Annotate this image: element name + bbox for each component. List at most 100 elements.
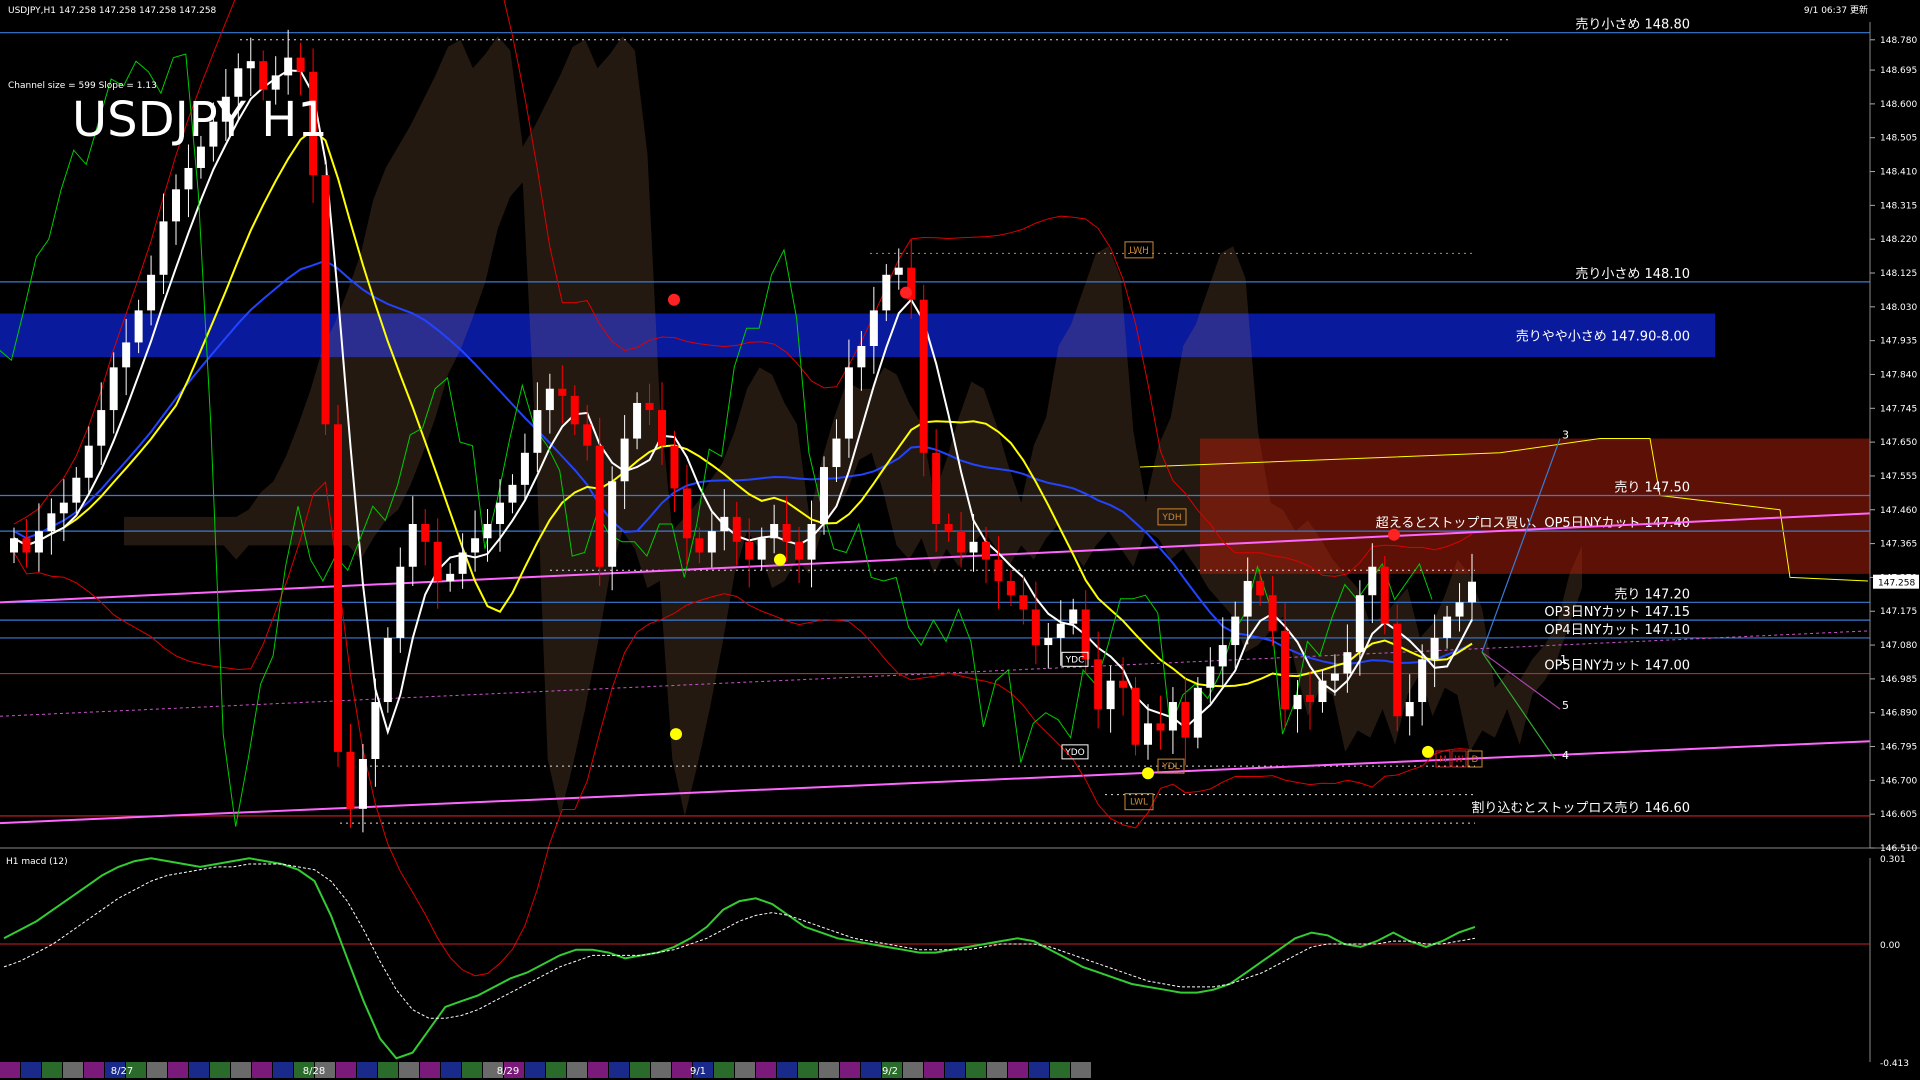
date-label: 9/2 (882, 1066, 898, 1077)
candle-body (159, 221, 168, 275)
symbol-header: USDJPY,H1 147.258 147.258 147.258 147.25… (8, 6, 217, 16)
price-tick-label: 147.745 (1880, 404, 1917, 414)
candle-body (72, 477, 81, 503)
date-label: 8/28 (303, 1066, 325, 1077)
candle-body (944, 524, 953, 532)
macd-tick-label: 0.00 (1880, 941, 1900, 951)
session-bar-segment (63, 1062, 83, 1078)
fib-count-label-5: 5 (1562, 699, 1569, 712)
session-bar-segment (987, 1062, 1007, 1078)
fractal-arrow-icon (774, 553, 786, 566)
session-bar-segment (735, 1062, 755, 1078)
session-bar-segment (840, 1062, 860, 1078)
fractal-arrow-icon (668, 293, 680, 306)
session-bar-segment (0, 1062, 20, 1078)
session-bar-segment (441, 1062, 461, 1078)
session-bar-segment (42, 1062, 62, 1078)
session-bar-segment (861, 1062, 881, 1078)
candle-body (757, 538, 766, 560)
candle-body (396, 566, 405, 638)
price-tick-label: 146.985 (1880, 675, 1917, 685)
candle-body (1368, 566, 1377, 596)
candle-body (570, 395, 579, 425)
candle-body (496, 502, 504, 525)
candle-body (994, 559, 1003, 581)
session-bar-segment (966, 1062, 986, 1078)
session-bar-segment (1008, 1062, 1028, 1078)
level-label-zone: 売りやや小さめ 147.90-8.00 (1516, 328, 1690, 344)
session-bar-segment (651, 1062, 671, 1078)
candle-body (122, 342, 131, 368)
chart-canvas[interactable]: 売り小さめ 148.80 売り小さめ 148.10 売りやや小さめ 147.90-8… (0, 0, 1920, 1080)
price-tick-label: 147.555 (1880, 472, 1917, 482)
candle-body (957, 531, 966, 553)
candle-body (732, 516, 741, 542)
price-tick-label: 147.365 (1880, 540, 1917, 550)
fib-count-label-1: 1 (1560, 653, 1567, 666)
candle-body (134, 310, 143, 343)
session-bar-segment (903, 1062, 923, 1078)
candle-body (1206, 666, 1215, 688)
session-bar-segment (399, 1062, 419, 1078)
session-bar-segment (252, 1062, 272, 1078)
candle-body (371, 702, 380, 759)
session-bar-segment (714, 1062, 734, 1078)
date-label: 9/1 (690, 1066, 706, 1077)
session-bar-segment (609, 1062, 629, 1078)
candle-body (1293, 694, 1302, 710)
datetime-label: 9/1 06:37 更新 (1804, 4, 1868, 16)
session-bar-segment (336, 1062, 356, 1078)
candle-body (583, 424, 592, 446)
price-tick-label: 147.175 (1880, 607, 1917, 617)
price-tick-label: 147.080 (1880, 641, 1917, 651)
session-bar-segment (210, 1062, 230, 1078)
candle-body (147, 274, 156, 311)
current-price-label: 147.258 (1878, 579, 1915, 589)
fractal-arrow-icon (1142, 767, 1154, 780)
macd-tick-label: 0.301 (1880, 855, 1906, 865)
candle-body (321, 175, 330, 425)
price-tick-label: 147.935 (1880, 337, 1917, 347)
candle-body (1418, 659, 1427, 703)
candle-body (1156, 723, 1165, 731)
candle-body (1380, 566, 1389, 624)
candle-body (745, 541, 754, 560)
candle-body (782, 524, 791, 542)
candle-body (695, 538, 704, 553)
candle-body (483, 524, 492, 539)
session-bar-segment (1071, 1062, 1091, 1078)
candle-body (408, 524, 417, 567)
price-tick-label: 146.700 (1880, 776, 1917, 786)
session-bar-segment (777, 1062, 797, 1078)
candle-body (770, 524, 779, 539)
candle-body (620, 438, 629, 482)
candle-body (1343, 652, 1352, 674)
level-label-3: 売り 147.50 (1614, 480, 1690, 496)
candle-body (1144, 723, 1152, 745)
candle-body (595, 445, 604, 567)
candle-body (296, 57, 305, 72)
level-label-9: 割り込むとストップロス売り 146.60 (1471, 800, 1690, 816)
price-tick-label: 148.410 (1880, 168, 1917, 178)
price-tick-label: 148.600 (1880, 100, 1917, 110)
price-tick-label: 146.890 (1880, 709, 1917, 719)
fractal-arrow-icon (1388, 528, 1400, 541)
candle-body (246, 61, 255, 69)
candle-body (471, 538, 480, 553)
candle-body (97, 410, 106, 446)
candle-body (545, 388, 554, 411)
candle-body (882, 274, 891, 311)
level-label-0: 売り小さめ 148.80 (1575, 17, 1690, 33)
level-label-7: OP4日NYカット 147.10 (1544, 623, 1690, 638)
candle-body (670, 445, 679, 489)
session-bar-segment (378, 1062, 398, 1078)
candle-body (271, 75, 280, 90)
marker-label-ydl: YDL (1161, 762, 1179, 772)
macd-tick-label: -0.413 (1880, 1059, 1909, 1069)
candle-body (1355, 595, 1364, 653)
candle-body (1281, 630, 1290, 710)
candle-body (969, 541, 978, 553)
price-tick-label: 146.795 (1880, 743, 1917, 753)
candle-body (334, 424, 342, 752)
price-tick-label: 147.650 (1880, 438, 1917, 448)
